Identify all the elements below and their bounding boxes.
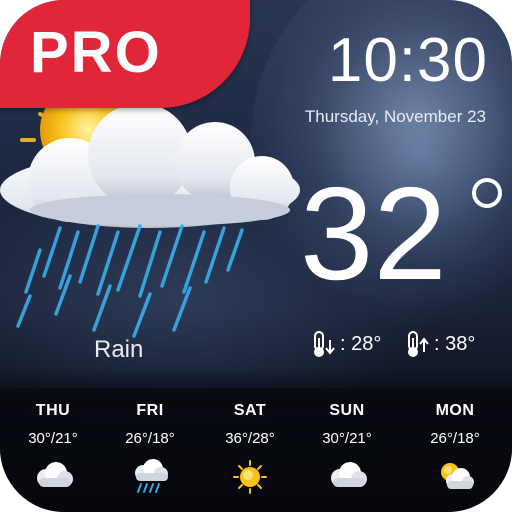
- forecast-day-sun: SUN 30°/21°: [302, 402, 392, 500]
- sun-icon: [233, 460, 267, 494]
- min-temperature: : 28°: [310, 330, 381, 358]
- forecast-day-mon: MON 26°/18°: [410, 402, 500, 500]
- max-temperature-value: : 38°: [434, 332, 476, 355]
- clock-date: Thursday, November 23: [304, 107, 486, 126]
- cloud-icon: [37, 462, 73, 487]
- forecast-day-sat: SAT 36°/28°: [205, 402, 295, 500]
- current-condition: Rain: [94, 336, 144, 363]
- forecast-day-name: FRI: [136, 402, 164, 419]
- pro-badge-label: PRO: [30, 20, 162, 85]
- weather-app-icon[interactable]: PRO 10:30 Thursday, November 23 32 Rain …: [0, 0, 512, 512]
- clock-time: 10:30: [327, 26, 488, 95]
- sun-cloud-icon: [441, 463, 474, 489]
- forecast-day-temps: 26°/18°: [430, 430, 480, 447]
- forecast-day-name: THU: [35, 402, 71, 419]
- degree-symbol: [472, 178, 502, 208]
- thermometer-low-icon: [314, 331, 335, 357]
- current-temperature: 32: [300, 160, 447, 307]
- forecast-day-thu: THU 30°/21°: [8, 402, 98, 500]
- max-temperature: : 38°: [404, 330, 475, 358]
- forecast-day-temps: 26°/18°: [125, 430, 175, 447]
- rain-cloud-icon: [0, 100, 300, 338]
- forecast-day-fri: FRI 26°/18°: [105, 402, 195, 500]
- forecast-day-name: MON: [435, 402, 475, 419]
- thermometer-high-icon: [408, 331, 429, 357]
- forecast-day-temps: 30°/21°: [322, 430, 372, 447]
- forecast-day-temps: 30°/21°: [28, 430, 78, 447]
- rain-cloud-icon: [135, 459, 168, 493]
- cloud-icon: [331, 462, 367, 487]
- forecast-day-name: SAT: [233, 402, 267, 419]
- min-temperature-value: : 28°: [340, 332, 382, 355]
- rain-drops: [16, 224, 244, 338]
- forecast-day-temps: 36°/28°: [225, 430, 275, 447]
- forecast-day-name: SUN: [329, 402, 365, 419]
